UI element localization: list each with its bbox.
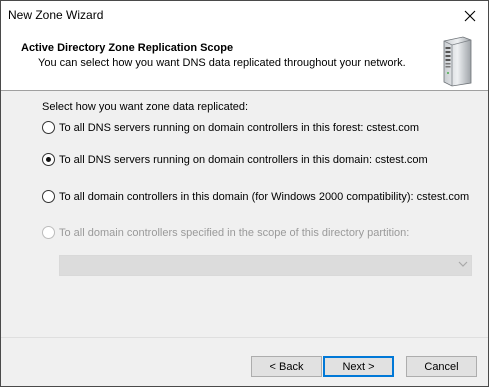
option-domain-label[interactable]: To all DNS servers running on domain con… [59, 154, 428, 166]
option-win2000[interactable]: To all domain controllers in this domain… [42, 190, 469, 203]
cancel-button[interactable]: Cancel [406, 356, 477, 377]
title-bar: New Zone Wizard [1, 1, 488, 32]
wizard-body: Select how you want zone data replicated… [1, 91, 488, 336]
option-partition: To all domain controllers specified in t… [42, 226, 409, 239]
replication-prompt: Select how you want zone data replicated… [42, 101, 249, 113]
back-button[interactable]: < Back [251, 356, 322, 377]
option-forest[interactable]: To all DNS servers running on domain con… [42, 121, 419, 134]
close-button[interactable] [456, 3, 484, 29]
wizard-window: New Zone Wizard Active Directory Zone Re… [0, 0, 489, 387]
header-title: Active Directory Zone Replication Scope [21, 42, 234, 54]
radio-domain[interactable] [42, 153, 55, 166]
radio-forest[interactable] [42, 121, 55, 134]
option-forest-label[interactable]: To all DNS servers running on domain con… [59, 122, 419, 134]
close-icon [464, 10, 476, 22]
chevron-down-icon [458, 261, 468, 267]
option-partition-label: To all domain controllers specified in t… [59, 226, 410, 239]
radio-partition [42, 226, 55, 239]
partition-dropdown [59, 255, 472, 276]
header-subtitle: You can select how you want DNS data rep… [38, 57, 406, 69]
radio-win2000[interactable] [42, 190, 55, 203]
wizard-header: Active Directory Zone Replication Scope … [1, 32, 488, 91]
option-win2000-label[interactable]: To all domain controllers in this domain… [59, 191, 469, 203]
window-title: New Zone Wizard [8, 8, 104, 22]
next-button[interactable]: Next > [323, 356, 394, 377]
option-domain[interactable]: To all DNS servers running on domain con… [42, 153, 428, 166]
wizard-footer: < Back Next > Cancel [1, 337, 488, 386]
server-icon [443, 36, 472, 87]
